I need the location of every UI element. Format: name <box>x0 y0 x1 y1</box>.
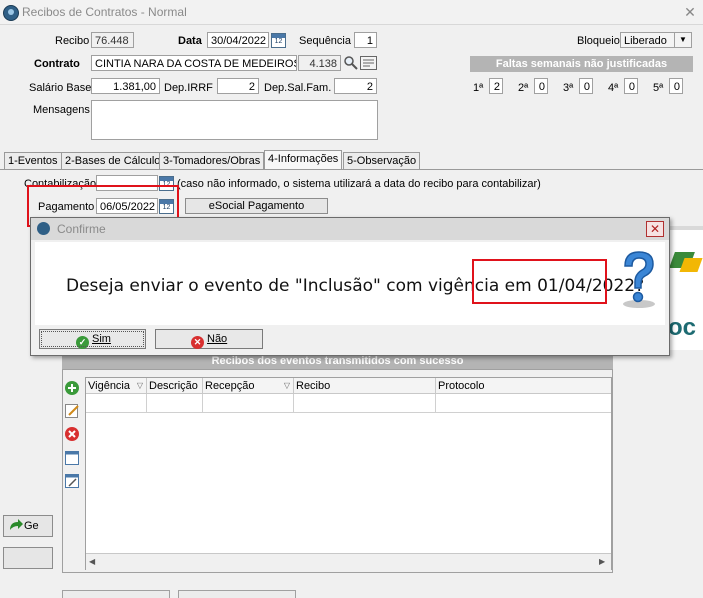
recibo-field[interactable]: 76.448 <box>91 32 134 48</box>
bottom-tab[interactable] <box>62 590 170 598</box>
generate-button-label: Ge <box>24 520 39 532</box>
scroll-left-icon[interactable]: ◀ <box>89 557 95 566</box>
tab-tomadores-obras[interactable]: 3-Tomadores/Obras <box>159 152 265 170</box>
falta-field[interactable]: 0 <box>624 78 638 94</box>
column-header-vigencia[interactable]: Vigência ▽ <box>86 378 147 394</box>
sort-icon: ▽ <box>283 381 290 390</box>
scroll-right-icon[interactable]: ▶ <box>599 557 605 566</box>
table-row[interactable] <box>86 394 611 413</box>
falta-label: 1ª <box>473 82 484 94</box>
falta-field[interactable]: 2 <box>489 78 503 94</box>
falta-field[interactable]: 0 <box>534 78 548 94</box>
data-label: Data <box>178 35 202 47</box>
contrato-name-field[interactable]: CINTIA NARA DA COSTA DE MEDEIROS <box>91 55 297 71</box>
column-label: Vigência <box>88 380 130 392</box>
falta-label: 4ª <box>608 82 619 94</box>
events-grid[interactable]: Vigência ▽ Descrição Recepção ▽ Recibo Pro… <box>85 377 612 570</box>
document-edit-icon[interactable] <box>64 473 80 489</box>
cell-divider <box>202 394 203 412</box>
falta-label: 5ª <box>653 82 664 94</box>
esocial-pagamento-button[interactable]: eSocial Pagamento <box>185 198 328 214</box>
dialog-title: Confirme <box>57 222 106 236</box>
card-icon[interactable] <box>360 56 377 70</box>
cancel-icon: ✕ <box>191 336 204 349</box>
tab-eventos[interactable]: 1-Eventos <box>4 152 62 170</box>
falta-field[interactable]: 0 <box>669 78 683 94</box>
dialog-close-button[interactable]: ✕ <box>646 221 664 237</box>
confirm-dialog: Confirme ✕ Deseja enviar o evento de "In… <box>30 217 670 356</box>
bloqueio-label: Bloqueio <box>577 35 620 47</box>
tab-divider <box>0 169 703 170</box>
app-icon <box>37 222 50 235</box>
highlight-box <box>472 259 607 304</box>
no-button-label: Não <box>207 333 228 345</box>
cell-divider <box>146 394 147 412</box>
sort-icon: ▽ <box>136 381 143 390</box>
mensagens-textarea[interactable] <box>91 100 378 140</box>
irrf-label: Dep.IRRF <box>164 82 213 94</box>
bottom-tab[interactable] <box>178 590 296 598</box>
sequencia-label: Sequência <box>299 35 351 47</box>
tab-bases-calculo[interactable]: 2-Bases de Cálculo <box>61 152 165 170</box>
view-icon[interactable] <box>64 450 80 466</box>
right-panel: oc <box>668 230 703 350</box>
cell-divider <box>293 394 294 412</box>
main-window: Recibos de Contratos - Normal ✕ Recibo 7… <box>0 0 703 598</box>
recibo-label: Recibo <box>55 35 90 47</box>
delete-icon[interactable] <box>64 426 80 442</box>
column-header-recepcao[interactable]: Recepção ▽ <box>203 378 294 394</box>
window-close-button[interactable]: ✕ <box>680 3 700 21</box>
add-icon[interactable] <box>64 380 80 396</box>
data-field[interactable]: 30/04/2022 <box>207 32 269 48</box>
app-icon <box>3 5 19 21</box>
contrato-code-field[interactable]: 4.138 <box>298 55 341 71</box>
salfam-field[interactable]: 2 <box>334 78 377 94</box>
dialog-footer: ✓ Sim ✕ Não <box>31 326 669 355</box>
window-title: Recibos de Contratos - Normal <box>22 5 187 19</box>
no-button[interactable]: ✕ Não <box>155 329 263 349</box>
bloqueio-select[interactable]: Liberado ▼ <box>620 32 692 48</box>
logo-mark <box>679 258 703 272</box>
dialog-body: Deseja enviar o evento de "Inclusão" com… <box>35 242 665 325</box>
partial-text: oc <box>668 314 697 341</box>
irrf-field[interactable]: 2 <box>217 78 259 94</box>
question-icon <box>611 246 667 310</box>
column-header-protocolo[interactable]: Protocolo <box>436 378 611 394</box>
mensagens-label: Mensagens <box>33 104 90 116</box>
arrow-right-icon <box>8 518 24 532</box>
cell-divider <box>435 394 436 412</box>
yes-button[interactable]: ✓ Sim <box>39 329 146 349</box>
falta-label: 3ª <box>563 82 574 94</box>
tab-informacoes[interactable]: 4-Informações <box>264 150 343 170</box>
contrato-label: Contrato <box>34 58 80 70</box>
salfam-label: Dep.Sal.Fam. <box>264 82 332 94</box>
contabilizacao-note: (caso não informado, o sistema utilizará… <box>177 178 541 190</box>
falta-field[interactable]: 0 <box>579 78 593 94</box>
edit-icon[interactable] <box>64 403 80 419</box>
falta-label: 2ª <box>518 82 529 94</box>
calendar-icon[interactable]: 12 <box>271 33 286 48</box>
confirm-button[interactable] <box>3 547 53 569</box>
salario-field[interactable]: 1.381,00 <box>91 78 160 94</box>
column-header-recibo[interactable]: Recibo <box>294 378 436 394</box>
faltas-header: Faltas semanais não justificadas <box>470 56 693 72</box>
dialog-message-text: Deseja enviar o evento de "Inclusão" com… <box>66 276 538 296</box>
yes-button-label: Sim <box>92 333 111 345</box>
chevron-down-icon: ▼ <box>674 33 691 47</box>
column-label: Recepção <box>205 380 255 392</box>
column-header-descricao[interactable]: Descrição <box>147 378 203 394</box>
tab-observacao[interactable]: 5-Observação <box>343 152 421 170</box>
horizontal-scrollbar[interactable]: ◀ ▶ <box>86 553 611 570</box>
sequencia-field[interactable]: 1 <box>354 32 377 48</box>
dialog-title-bar: Confirme ✕ <box>31 218 669 240</box>
check-icon: ✓ <box>76 336 89 349</box>
generate-button[interactable]: Ge <box>3 515 53 537</box>
title-bar: Recibos de Contratos - Normal ✕ <box>0 0 703 25</box>
grid-header: Recibos dos eventos transmitidos com suc… <box>62 354 613 369</box>
salario-label: Salário Base <box>29 82 92 94</box>
search-icon[interactable] <box>343 55 359 71</box>
bloqueio-value: Liberado <box>624 35 667 47</box>
